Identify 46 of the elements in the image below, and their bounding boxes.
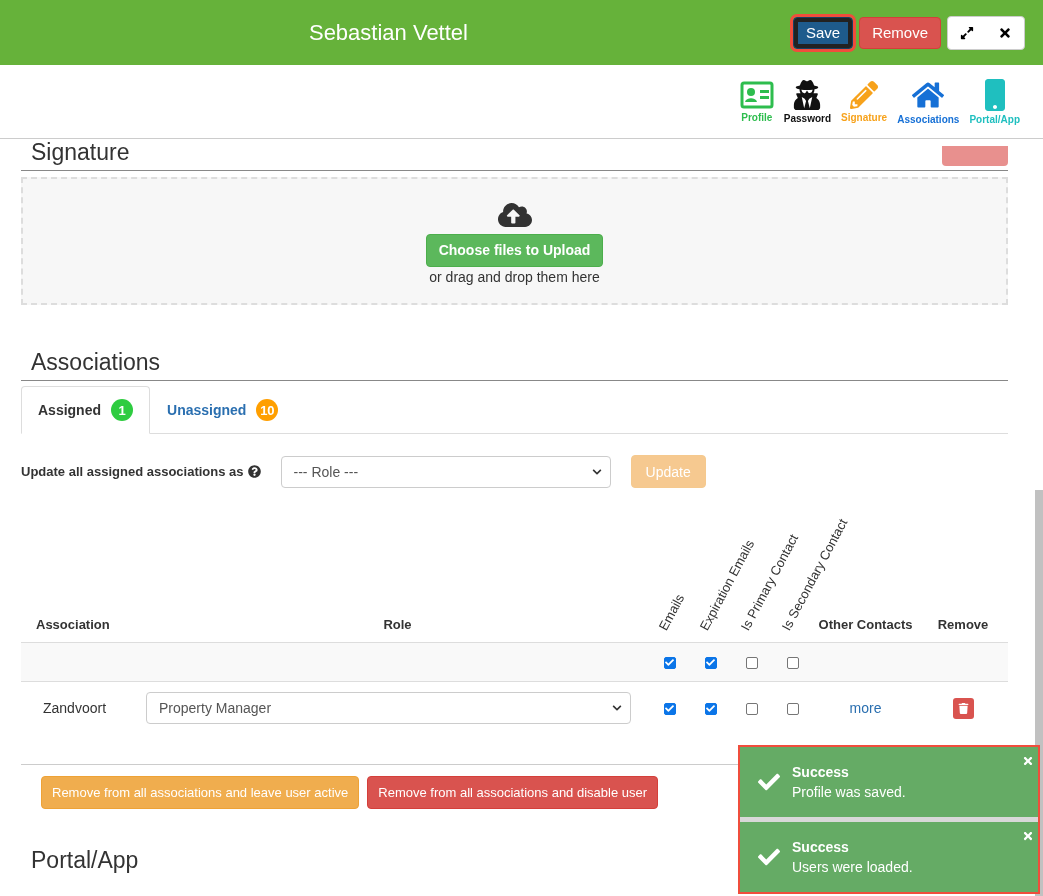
checkbox[interactable] bbox=[704, 703, 717, 716]
checkbox[interactable] bbox=[704, 657, 717, 670]
count-badge: 1 bbox=[111, 399, 133, 421]
chevron-down-icon bbox=[612, 703, 622, 713]
toast-title: Success bbox=[792, 764, 850, 780]
nav-item[interactable]: Associations bbox=[896, 78, 961, 125]
toast-message: Users were loaded. bbox=[792, 859, 913, 875]
column-header: Remove bbox=[937, 617, 989, 632]
column-header: Role bbox=[383, 617, 412, 632]
remove-button[interactable]: Remove bbox=[859, 16, 941, 49]
count-badge: 10 bbox=[256, 399, 279, 421]
remove-all-button[interactable]: Remove from all associations and disable user bbox=[367, 776, 659, 809]
toast-title: Success bbox=[792, 839, 850, 855]
trash-icon bbox=[957, 702, 969, 714]
checkbox[interactable] bbox=[663, 703, 676, 716]
checkbox[interactable] bbox=[745, 657, 758, 670]
delete-button[interactable] bbox=[952, 697, 974, 719]
window-title: Sebastian Vettel bbox=[307, 19, 469, 46]
column-header: Association bbox=[36, 617, 110, 632]
section-heading: Portal/App bbox=[31, 847, 139, 874]
drop-hint: or drag and drop them here bbox=[429, 268, 600, 285]
section-heading: Signature bbox=[30, 139, 130, 166]
spy-icon bbox=[792, 79, 823, 110]
help-icon[interactable] bbox=[247, 465, 261, 478]
save-button[interactable]: Save bbox=[792, 16, 854, 49]
nav-item[interactable]: Password bbox=[782, 79, 833, 124]
field-label: Update all assigned associations as bbox=[21, 464, 244, 479]
toast-message: Profile was saved. bbox=[792, 784, 906, 800]
id-card-icon bbox=[739, 80, 774, 109]
checkbox[interactable] bbox=[663, 657, 676, 670]
table-cell: Zandvoort bbox=[43, 700, 107, 716]
expand-icon[interactable] bbox=[960, 25, 974, 40]
tab[interactable]: Assigned 1 bbox=[21, 386, 150, 434]
drop-zone[interactable]: Choose files to Upload or drag and drop them here bbox=[21, 177, 1008, 305]
close-icon[interactable] bbox=[998, 25, 1012, 40]
checkbox[interactable] bbox=[786, 657, 799, 670]
pencil-icon bbox=[850, 80, 879, 109]
role-select[interactable]: Property Manager bbox=[146, 692, 631, 724]
chevron-down-icon bbox=[591, 466, 602, 477]
checkbox[interactable] bbox=[745, 703, 758, 716]
check-icon bbox=[758, 771, 780, 793]
checkbox[interactable] bbox=[786, 703, 799, 716]
more-link[interactable]: more bbox=[849, 700, 882, 716]
check-icon bbox=[758, 846, 780, 868]
column-header: Other Contacts bbox=[818, 617, 913, 632]
section-heading: Associations bbox=[30, 349, 161, 376]
